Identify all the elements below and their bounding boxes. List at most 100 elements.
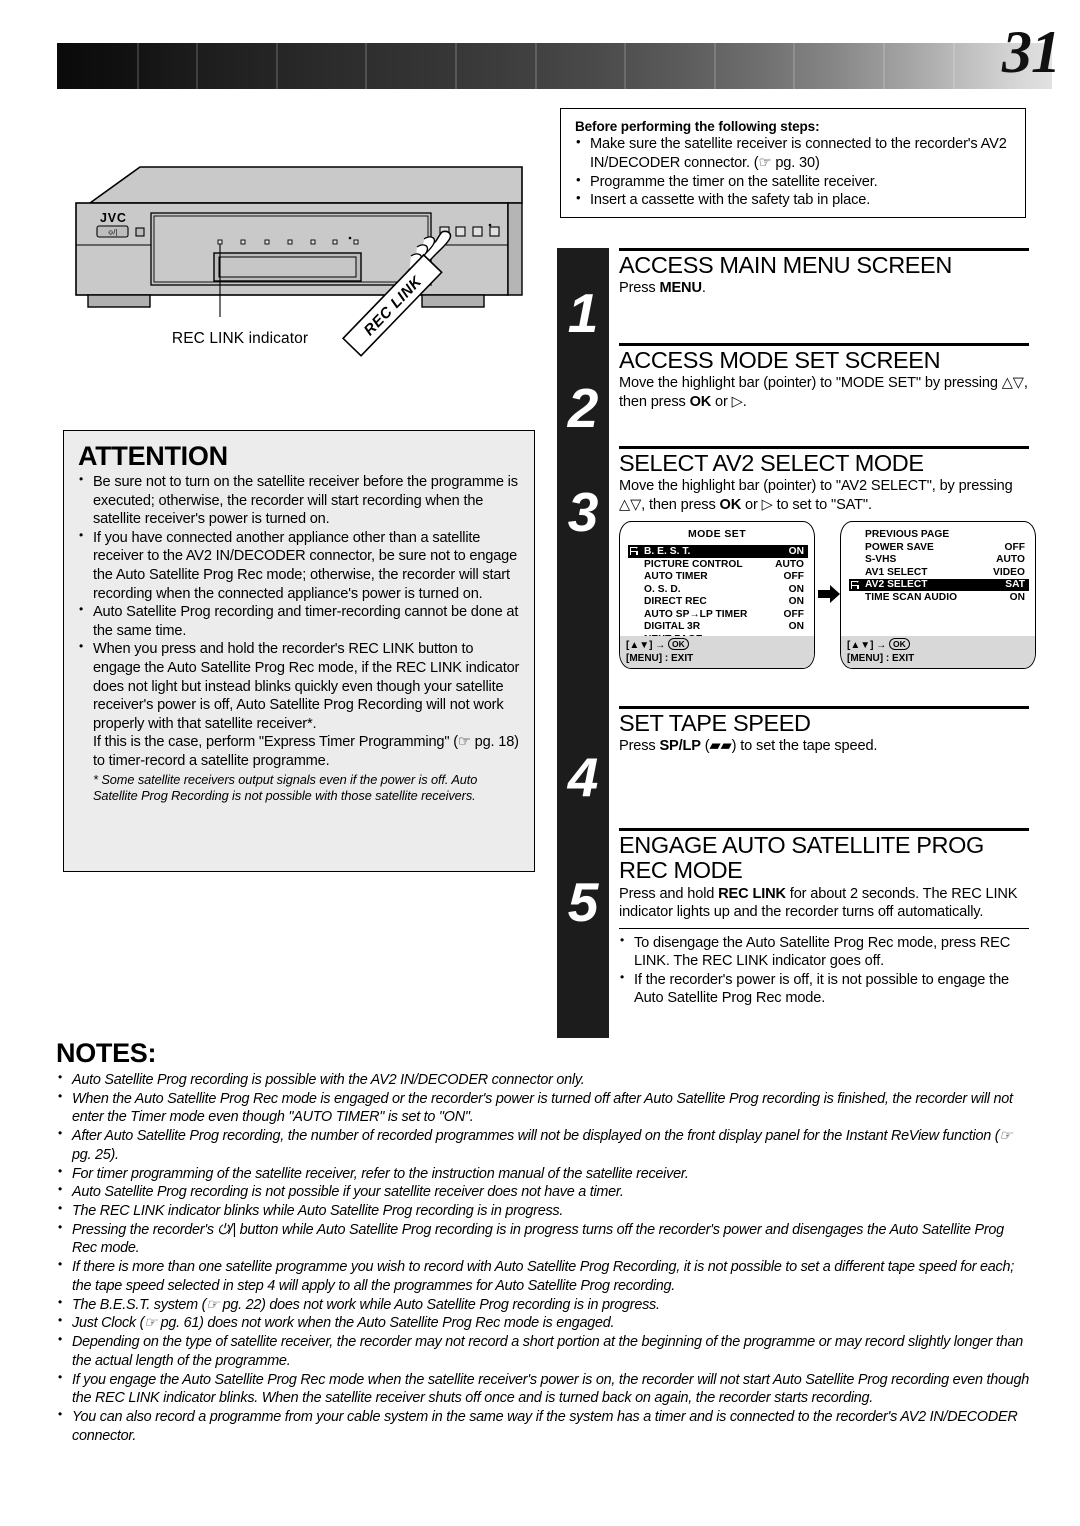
osd-row-value: OFF — [783, 608, 804, 620]
list-item: If there is more than one satellite prog… — [56, 1257, 1031, 1295]
svg-text:⎉/|: ⎉/| — [108, 230, 118, 237]
step-number-2: 2 — [567, 377, 599, 439]
list-item: You can also record a programme from you… — [56, 1407, 1031, 1445]
step-number-4: 4 — [567, 746, 599, 808]
step-5-title: ENGAGE AUTO SATELLITE PROG REC MODE — [619, 832, 984, 884]
step-4-desc-pre: Press — [619, 738, 660, 755]
step-1-description: Press MENU. — [619, 279, 1029, 297]
osd-row-value: ON — [788, 545, 804, 557]
list-item: Auto Satellite Prog recording and timer-… — [78, 602, 521, 640]
osd-row-label: AV1 SELECT — [865, 566, 928, 578]
prenote-list: Make sure the satellite receiver is conn… — [575, 134, 1011, 210]
attention-heading: ATTENTION — [78, 441, 228, 471]
osd-row-value: ON — [788, 621, 804, 633]
osd-left-rows: B. E. S. T. ON PICTURE CONTROL AUTO AUTO T… — [620, 545, 814, 646]
osd-row-value: ON — [788, 596, 804, 608]
osd-row-av2-select[interactable]: AV2 SELECT SAT — [849, 578, 1029, 592]
osd-row-value: AUTO — [775, 558, 804, 570]
step-5-desc-pre: Press and hold — [619, 885, 719, 902]
list-item: Be sure not to turn on the satellite rec… — [78, 472, 521, 529]
list-item: For timer programming of the satellite r… — [56, 1164, 1031, 1184]
osd-left-footer-nav: [▲▼] → — [626, 640, 666, 652]
osd-row-picture-control[interactable]: PICTURE CONTROL AUTO — [628, 558, 808, 571]
step-1-desc-post: . — [701, 280, 706, 297]
notes-heading: NOTES: — [56, 1038, 157, 1068]
osd-row-value: VIDEO — [993, 566, 1025, 578]
osd-row-digital-3r[interactable]: DIGITAL 3R ON — [628, 621, 808, 634]
osd-left-footer-exit: [MENU] : EXIT — [626, 652, 694, 664]
osd-row-s-vhs[interactable]: S-VHS AUTO — [849, 553, 1029, 566]
osd-right-footer-exit: [MENU] : EXIT — [847, 652, 915, 664]
osd-row-label: PREVIOUS PAGE — [865, 528, 950, 540]
list-item: The B.E.S.T. system (☞ pg. 22) does not … — [56, 1295, 1031, 1315]
list-item: If you engage the Auto Satellite Prog Re… — [56, 1369, 1031, 1408]
step-number-3: 3 — [567, 481, 599, 543]
divider — [619, 343, 1029, 346]
step-2-desc-bold: OK — [689, 393, 712, 410]
osd-row-value: AUTO — [996, 554, 1025, 566]
osd-row-value: ON — [788, 583, 804, 595]
osd-row-best[interactable]: B. E. S. T. ON — [628, 545, 808, 558]
list-item: To disengage the Auto Satellite Prog Rec… — [619, 932, 1029, 971]
osd-row-av1-select[interactable]: AV1 SELECT VIDEO — [849, 566, 1029, 579]
osd-row-label: POWER SAVE — [865, 541, 934, 553]
osd-row-label: PICTURE CONTROL — [644, 558, 743, 570]
step-1-desc-pre: Press — [619, 280, 660, 297]
osd-row-label: AV2 SELECT — [865, 579, 928, 591]
arrow-right-icon — [818, 585, 840, 604]
svg-text:JVC: JVC — [100, 211, 127, 225]
step-5-desc-bold: REC LINK — [718, 885, 786, 902]
list-item: Auto Satellite Prog recording is possibl… — [56, 1070, 1031, 1090]
step-5-description: Press and hold REC LINK for about 2 seco… — [619, 885, 1029, 922]
list-item: Programme the timer on the satellite rec… — [575, 172, 1011, 192]
osd-row-value: OFF — [1004, 541, 1025, 553]
attention-subparagraph: If this is the case, perform "Express Ti… — [93, 734, 519, 769]
step-4: SET TAPE SPEED Press SP/LP (▰▰) to set t… — [619, 706, 1029, 828]
pointer-icon — [629, 546, 639, 557]
attention-footnote: * Some satellite receivers output signal… — [93, 771, 478, 803]
osd-row-direct-rec[interactable]: DIRECT REC ON — [628, 596, 808, 609]
step-3-desc-bold: OK — [719, 496, 742, 513]
list-item: Pressing the recorder's ⏻/| button while… — [56, 1220, 1031, 1258]
list-item: If you have connected another appliance … — [78, 528, 521, 603]
step-4-desc-bold: SP/LP — [659, 738, 701, 755]
step-2-desc-post: or ▷. — [711, 393, 747, 410]
osd-row-previous-page[interactable]: PREVIOUS PAGE — [849, 528, 1029, 541]
step-4-description: Press SP/LP (▰▰) to set the tape speed. — [619, 737, 1029, 755]
osd-row-label: S-VHS — [865, 554, 897, 566]
procedure-steps: 1 2 3 4 5 ACCESS MAIN MENU SCREEN Press … — [557, 248, 1036, 1038]
osd-screens: MODE SET B. E. S. T. ON PICTURE CONTROL AU… — [619, 521, 1036, 673]
list-item: Insert a cassette with the safety tab in… — [575, 190, 1011, 210]
list-item: If the recorder's power is off, it is no… — [619, 970, 1029, 1008]
osd-row-label: DIRECT REC — [644, 596, 707, 608]
step-1-title: ACCESS MAIN MENU SCREEN — [619, 252, 952, 278]
osd-row-osd[interactable]: O. S. D. ON — [628, 583, 808, 596]
osd-left-footer: [▲▼] → OK [MENU] : EXIT — [620, 636, 814, 669]
step-2-description: Move the highlight bar (pointer) to "MOD… — [619, 374, 1029, 411]
osd-row-label: AUTO TIMER — [644, 571, 708, 583]
ok-badge: OK — [668, 638, 689, 651]
osd-row-power-save[interactable]: POWER SAVE OFF — [849, 541, 1029, 554]
osd-mode-set-page-2: PREVIOUS PAGE POWER SAVE OFF S-VHS AUTO AV… — [840, 521, 1036, 670]
list-item: When the Auto Satellite Prog Rec mode is… — [56, 1089, 1031, 1127]
list-item: When you press and hold the recorder's R… — [78, 639, 521, 733]
list-item: After Auto Satellite Prog recording, the… — [56, 1126, 1031, 1164]
step-4-desc-post: (▰▰) to set the tape speed. — [700, 738, 878, 755]
list-item: The REC LINK indicator blinks while Auto… — [56, 1201, 1031, 1221]
step-5: ENGAGE AUTO SATELLITE PROG REC MODE Pres… — [619, 828, 1029, 1008]
osd-row-label: DIGITAL 3R — [644, 621, 701, 633]
osd-row-time-scan-audio[interactable]: TIME SCAN AUDIO ON — [849, 591, 1029, 604]
list-item: Auto Satellite Prog recording is not pos… — [56, 1182, 1031, 1202]
step-1: ACCESS MAIN MENU SCREEN Press MENU. — [619, 248, 1029, 343]
osd-row-auto-timer[interactable]: AUTO TIMER OFF — [628, 570, 808, 583]
step-2-title: ACCESS MODE SET SCREEN — [619, 347, 941, 373]
osd-row-label: TIME SCAN AUDIO — [865, 591, 958, 603]
pointer-icon — [850, 579, 860, 590]
page-number: 31 — [1002, 19, 1061, 85]
attention-list: Be sure not to turn on the satellite rec… — [78, 472, 521, 733]
step-2: ACCESS MODE SET SCREEN Move the highligh… — [619, 343, 1029, 446]
osd-row-auto-sp-lp-timer[interactable]: AUTO SP→LP TIMER OFF — [628, 608, 808, 621]
osd-left-title: MODE SET — [687, 528, 747, 541]
osd-right-footer: [▲▼] → OK [MENU] : EXIT — [841, 636, 1035, 669]
notes-list: Auto Satellite Prog recording is possibl… — [56, 1070, 1031, 1445]
